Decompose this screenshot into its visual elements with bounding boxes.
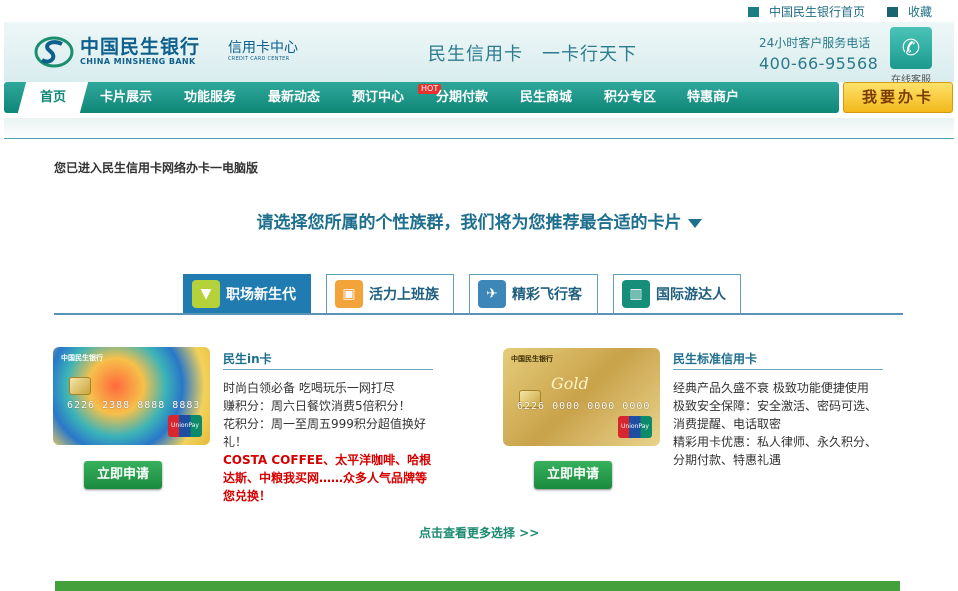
title-underline: [673, 369, 883, 370]
nav-item-installment[interactable]: 分期付款: [436, 82, 488, 113]
airplane-icon: ✈: [478, 280, 506, 308]
chip-icon: [69, 377, 91, 395]
nav-item-services[interactable]: 功能服务: [184, 82, 236, 113]
card-number: 6226 2388 8888 8883: [67, 400, 201, 411]
nav-item-mall[interactable]: 民生商城: [520, 82, 572, 113]
tab-frequent-flyer[interactable]: ✈ 精彩飞行客: [469, 274, 598, 314]
card-description-standard: 经典产品久盛不衰 极致功能便捷使用 极致安全保障：安全激活、密码可选、消费提醒、…: [673, 381, 878, 467]
top-links: 中国民生银行首页 收藏: [747, 3, 932, 20]
online-service-button[interactable]: ✆ 在线客服: [886, 27, 936, 86]
tabs-underline: [54, 313, 903, 315]
gold-label: Gold: [551, 374, 589, 393]
card-image-standard[interactable]: 中国民生银行 Gold 6226 0000 0000 0000 UnionPay: [503, 348, 660, 446]
divider: [4, 138, 954, 139]
group-prompt: 请选择您所属的个性族群，我们将为您推荐最合适的卡片: [0, 208, 958, 233]
nav-item-card-display[interactable]: 卡片展示: [100, 82, 152, 113]
nav-item-home[interactable]: 首页: [17, 82, 89, 113]
phone-icon: ✆: [890, 27, 932, 69]
nav-item-merchants[interactable]: 特惠商户: [687, 82, 739, 113]
title-underline: [223, 369, 433, 370]
bank-logo[interactable]: 中国民生银行 CHINA MINSHENG BANK: [34, 35, 200, 69]
service-hotline: 24小时客户服务电话 400-66-95568: [759, 34, 878, 73]
header-shadow: [4, 118, 954, 138]
tab-active-worker[interactable]: ▣ 活力上班族: [326, 274, 454, 314]
card-number: 6226 0000 0000 0000: [517, 401, 651, 412]
briefcase-icon: ▣: [335, 280, 363, 308]
apply-now-button-in[interactable]: 立即申请: [84, 461, 162, 489]
logo-text-en: CHINA MINSHENG BANK: [80, 57, 196, 66]
unionpay-logo-icon: UnionPay: [618, 416, 652, 438]
tie-icon: ▼: [192, 280, 220, 308]
card-bank-logo: 中国民生银行: [61, 354, 103, 362]
tab-young-professional[interactable]: ▼ 职场新生代: [183, 274, 311, 314]
card-bank-logo: 中国民生银行: [511, 355, 553, 363]
nav-item-points[interactable]: 积分专区: [604, 82, 656, 113]
card-description-in: 时尚白领必备 吃喝玩乐一网打尽 赚积分：周六日餐饮消费5倍积分！ 花积分：周一至…: [223, 379, 435, 505]
nav-item-booking[interactable]: 预订中心: [352, 82, 404, 113]
down-triangle-icon: [687, 218, 702, 228]
hotline-number: 400-66-95568: [759, 54, 879, 73]
credit-card-center-label: 信用卡中心 CREDIT CARD CENTER: [228, 40, 298, 62]
unionpay-logo-icon: UnionPay: [168, 415, 202, 437]
bank-home-link[interactable]: 中国民生银行首页: [769, 3, 865, 20]
tab-international-traveler[interactable]: ▥ 国际游达人: [613, 274, 741, 314]
card-title-standard[interactable]: 民生标准信用卡: [673, 350, 757, 367]
apply-card-button[interactable]: 我要办卡: [843, 82, 953, 113]
footer-bar: [55, 581, 900, 591]
hotline-label: 24小时客户服务电话: [759, 36, 871, 50]
page-notice: 您已进入民生信用卡网络办卡一电脑版: [54, 161, 259, 175]
luggage-icon: ▥: [622, 280, 650, 308]
logo-mark-icon: [34, 35, 74, 69]
main-nav: 首页 卡片展示 功能服务 最新动态 预订中心 HOT 分期付款 民生商城 积分专…: [4, 82, 839, 113]
more-options-link[interactable]: 点击查看更多选择 >>: [419, 524, 539, 541]
apply-now-button-standard[interactable]: 立即申请: [534, 461, 612, 489]
top-utility-bar: 中国民生银行首页 收藏: [0, 0, 958, 22]
promo-highlight: COSTA COFFEE、太平洋咖啡、哈根达斯、中粮我买网……众多人气品牌等您兑…: [223, 453, 432, 503]
card-title-in[interactable]: 民生in卡: [223, 350, 272, 367]
slogan: 民生信用卡 一卡行天下: [428, 44, 637, 65]
nav-item-news[interactable]: 最新动态: [268, 82, 320, 113]
logo-text-cn: 中国民生银行: [80, 36, 201, 58]
site-header: 中国民生银行 CHINA MINSHENG BANK 信用卡中心 CREDIT …: [4, 22, 954, 86]
mail-icon: [886, 6, 898, 17]
favorite-link[interactable]: 收藏: [908, 3, 932, 20]
home-arrow-icon: [747, 6, 759, 17]
card-image-in[interactable]: 中国民生银行 6226 2388 8888 8883 UnionPay: [53, 347, 210, 445]
